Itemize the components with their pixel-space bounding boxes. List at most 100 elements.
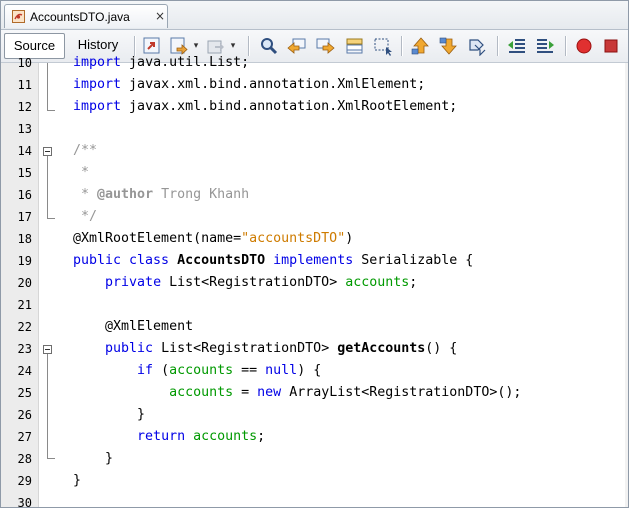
close-tab-icon[interactable]: × — [155, 9, 165, 23]
code-line[interactable]: /** — [73, 140, 97, 162]
code-token: List<RegistrationDTO> — [153, 341, 338, 356]
fold-guide-end — [47, 110, 55, 111]
toolbar-separator — [497, 36, 499, 56]
code-token: accounts — [345, 275, 410, 290]
code-token: import — [73, 77, 122, 92]
code-token: accounts — [193, 429, 258, 444]
code-line[interactable]: accounts = new ArrayList<RegistrationDTO… — [73, 382, 521, 404]
code-token: getAccounts — [337, 341, 426, 356]
line-number: 30 — [17, 496, 32, 508]
line-number: 23 — [17, 342, 32, 356]
code-token: ) { — [297, 363, 322, 378]
line-number: 20 — [17, 276, 32, 290]
code-token: javax.xml.bind.annotation.XmlRootElement… — [121, 99, 458, 114]
code-line[interactable]: import javax.xml.bind.annotation.XmlElem… — [73, 74, 425, 96]
code-line[interactable]: @XmlElement — [73, 316, 193, 338]
fold-guide-line — [47, 63, 48, 110]
code-line[interactable]: */ — [73, 206, 97, 228]
code-line[interactable]: return accounts; — [73, 426, 265, 448]
stop-macro-icon[interactable] — [601, 36, 621, 56]
code-token: } — [73, 407, 146, 422]
code-token: implements — [273, 253, 354, 268]
line-number: 25 — [17, 386, 32, 400]
code-line[interactable]: } — [73, 448, 113, 470]
fold-method-toggle[interactable] — [43, 345, 52, 354]
toggle-highlight-icon[interactable] — [345, 36, 365, 56]
code-token: ArrayList<RegistrationDTO>(); — [281, 385, 522, 400]
line-number: 10 — [17, 56, 32, 70]
fold-guide-line — [47, 354, 48, 458]
editor-tab-row: AccountsDTO.java × — [1, 1, 628, 30]
toolbar-separator — [565, 36, 567, 56]
line-number: 21 — [17, 298, 32, 312]
record-macro-icon[interactable] — [574, 36, 594, 56]
code-token: * — [73, 165, 90, 180]
code-token: @author — [97, 187, 154, 202]
fold-guide-line — [47, 156, 48, 218]
code-token: List<RegistrationDTO> — [161, 275, 346, 290]
code-token: @XmlElement — [73, 319, 194, 334]
code-token: ( — [153, 363, 170, 378]
java-file-icon — [12, 10, 25, 23]
code-line[interactable]: * — [73, 162, 89, 184]
code-token: public class — [73, 253, 170, 268]
shift-right-icon[interactable] — [535, 36, 555, 56]
line-number: 12 — [17, 100, 32, 114]
fold-comment-toggle[interactable] — [43, 147, 52, 156]
line-number: 27 — [17, 430, 32, 444]
code-token: AccountsDTO — [177, 253, 266, 268]
code-token: if — [137, 363, 154, 378]
line-number: 14 — [17, 144, 32, 158]
code-token: return — [137, 429, 186, 444]
code-line[interactable]: public class AccountsDTO implements Seri… — [73, 250, 473, 272]
previous-bookmark-icon[interactable] — [411, 36, 431, 56]
code-token: accounts — [169, 363, 234, 378]
code-token: ) — [345, 231, 354, 246]
code-token: accounts — [169, 385, 234, 400]
select-icon[interactable] — [373, 36, 393, 56]
line-number: 16 — [17, 188, 32, 202]
find-next-icon[interactable] — [315, 36, 335, 56]
line-number: 26 — [17, 408, 32, 422]
code-token: ; — [409, 275, 418, 290]
file-tab[interactable]: AccountsDTO.java × — [4, 4, 168, 28]
file-tab-label: AccountsDTO.java — [30, 10, 130, 24]
editor-right-edge — [625, 63, 628, 507]
code-token: javax.xml.bind.annotation.XmlElement; — [121, 77, 426, 92]
code-line[interactable]: import java.util.List; — [73, 52, 249, 74]
line-number-gutter: 10 11 12 13 14 15 16 17 18 19 20 21 22 23 24 25 26 27 28 29… — [1, 56, 39, 508]
code-line[interactable]: } — [73, 470, 81, 492]
code-token: } — [73, 473, 82, 488]
code-token: import — [73, 99, 122, 114]
line-number: 13 — [17, 122, 32, 136]
code-line[interactable]: private List<RegistrationDTO> accounts; — [73, 272, 417, 294]
line-number: 18 — [17, 232, 32, 246]
next-bookmark-icon[interactable] — [439, 36, 459, 56]
code-token: "accountsDTO" — [241, 231, 346, 246]
code-token: () { — [425, 341, 458, 356]
code-token: Trong Khanh — [153, 187, 250, 202]
shift-left-icon[interactable] — [507, 36, 527, 56]
find-icon[interactable] — [259, 36, 279, 56]
code-token: } — [73, 451, 114, 466]
code-editor[interactable]: 10 11 12 13 14 15 16 17 18 19 20 21 22 23 24 25 26 27 28 29… — [1, 55, 628, 508]
code-line[interactable]: @XmlRootElement(name="accountsDTO") — [73, 228, 353, 250]
code-line[interactable]: } — [73, 404, 145, 426]
code-line[interactable]: public List<RegistrationDTO> getAccounts… — [73, 338, 457, 360]
code-token: = — [233, 385, 258, 400]
code-line[interactable]: * @author Trong Khanh — [73, 184, 249, 206]
line-number: 15 — [17, 166, 32, 180]
code-line[interactable]: if (accounts == null) { — [73, 360, 321, 382]
code-token: java.util.List; — [121, 55, 250, 70]
toggle-bookmark-icon[interactable] — [467, 36, 487, 56]
code-token: == — [233, 363, 266, 378]
find-previous-icon[interactable] — [287, 36, 307, 56]
code-line[interactable]: import javax.xml.bind.annotation.XmlRoot… — [73, 96, 457, 118]
